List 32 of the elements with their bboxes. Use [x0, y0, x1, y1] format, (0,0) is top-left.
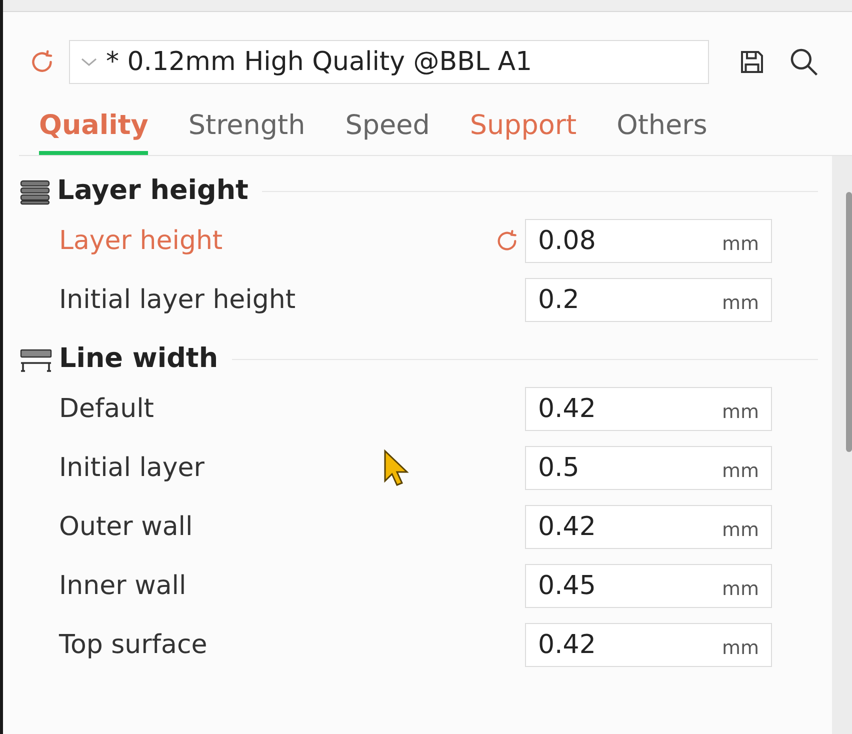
- value-field[interactable]: 0.2 mm: [525, 278, 772, 322]
- setting-label: Initial layer: [59, 452, 204, 484]
- tab[interactable]: Speed: [345, 106, 430, 154]
- value-field[interactable]: 0.5 mm: [525, 446, 772, 490]
- setting-label: Inner wall: [59, 570, 186, 602]
- value-field[interactable]: 0.45 mm: [525, 564, 772, 608]
- group-title: Layer height: [57, 174, 248, 208]
- scrollbar[interactable]: [832, 156, 852, 734]
- setting-label: Default: [59, 392, 154, 426]
- unit-label: mm: [722, 458, 759, 484]
- group-title: Line width: [59, 342, 218, 376]
- cursor-icon: [383, 449, 411, 487]
- value-field[interactable]: 0.08 mm: [525, 219, 772, 263]
- unit-label: mm: [722, 636, 759, 661]
- unit-label: mm: [722, 518, 759, 543]
- layers-icon: [19, 178, 51, 206]
- setting-label: Initial layer height: [59, 284, 296, 316]
- value-field[interactable]: 0.42 mm: [525, 387, 772, 431]
- unit-label: mm: [722, 290, 759, 316]
- tab[interactable]: Others: [616, 106, 708, 154]
- chevron-down-icon: [80, 57, 98, 67]
- value-field[interactable]: 0.42 mm: [525, 623, 772, 667]
- preset-dropdown[interactable]: * 0.12mm High Quality @BBL A1: [69, 40, 709, 84]
- unit-label: mm: [722, 232, 759, 257]
- line-width-icon: [19, 346, 53, 372]
- value-field[interactable]: 0.42 mm: [525, 505, 772, 549]
- unit-label: mm: [722, 576, 759, 602]
- unit-label: mm: [722, 400, 759, 425]
- setting-label: Layer height: [59, 224, 223, 258]
- setting-label: Outer wall: [59, 510, 193, 544]
- tab[interactable]: Strength: [188, 106, 306, 154]
- setting-label: Top surface: [59, 628, 208, 662]
